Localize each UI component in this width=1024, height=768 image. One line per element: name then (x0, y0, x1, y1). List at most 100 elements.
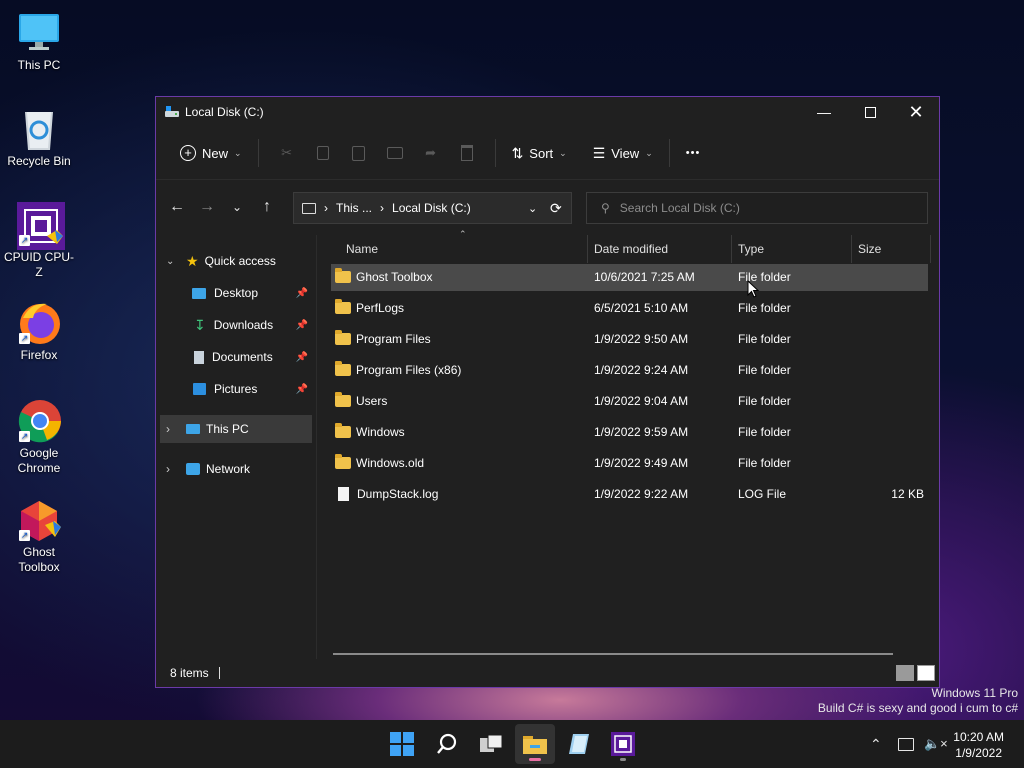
nav-network[interactable]: › Network (160, 455, 312, 483)
table-row[interactable]: PerfLogs 6/5/2021 5:10 AM File folder (331, 295, 928, 322)
file-name: Users (356, 394, 388, 408)
task-view-button[interactable] (471, 724, 511, 764)
column-header-type[interactable]: Type (738, 235, 764, 263)
recent-locations-button[interactable]: ⌄ (222, 192, 252, 222)
file-date: 1/9/2022 9:22 AM (594, 487, 689, 501)
sort-icon: ⇅ (511, 144, 524, 161)
pin-icon: 📌 (295, 287, 308, 299)
cpuz-taskbar-button[interactable] (603, 724, 643, 764)
desktop-icon-this-pc[interactable]: This PC (2, 10, 76, 73)
minimize-button[interactable]: — (801, 97, 847, 127)
file-date: 1/9/2022 9:49 AM (594, 456, 689, 470)
chevron-down-icon[interactable]: ⌄ (528, 202, 537, 215)
new-button[interactable]: + New ⌄ (174, 137, 248, 169)
nav-downloads[interactable]: ↧ Downloads 📌 (160, 311, 312, 339)
view-button[interactable]: ☰ View ⌄ (587, 137, 659, 169)
pictures-icon (193, 383, 206, 395)
breadcrumb-this-pc[interactable]: This ... (336, 201, 372, 215)
table-row[interactable]: Program Files 1/9/2022 9:50 AM File fold… (331, 326, 928, 353)
file-type: File folder (738, 425, 791, 439)
watermark-build: Build C# is sexy and good i cum to c# (817, 701, 1018, 715)
nav-label: Desktop (214, 286, 259, 300)
search-box[interactable]: ⚲ Search Local Disk (C:) (586, 192, 928, 224)
copy-button[interactable] (305, 137, 341, 169)
nav-this-pc[interactable]: › This PC (160, 415, 312, 443)
active-indicator (529, 758, 541, 761)
cut-button[interactable]: ✂ (269, 137, 305, 169)
desktop-icon-cpuz[interactable]: ↗ CPUID CPU-Z (2, 202, 76, 280)
ellipsis-icon: ••• (685, 147, 701, 159)
details-view-button[interactable] (896, 665, 914, 681)
nav-documents[interactable]: Documents 📌 (160, 343, 312, 371)
table-row[interactable]: Program Files (x86) 1/9/2022 9:24 AM Fil… (331, 357, 928, 384)
tiles-view-button[interactable] (917, 665, 935, 681)
sort-button[interactable]: ⇅ Sort ⌄ (506, 137, 573, 169)
nav-quick-access[interactable]: ⌄ ★ Quick access (160, 247, 312, 275)
navigation-pane: ⌄ ★ Quick access Desktop 📌 ↧ Downloads 📌… (156, 235, 317, 659)
arrow-up-icon: ↑ (263, 198, 271, 215)
column-divider[interactable] (930, 235, 931, 263)
show-hidden-icons-button[interactable]: ⌃ (870, 720, 882, 768)
windows-watermark: Windows 11 Pro Build C# is sexy and good… (818, 686, 1018, 716)
delete-button[interactable] (449, 137, 485, 169)
column-header-size[interactable]: Size (858, 235, 881, 263)
taskbar-clock[interactable]: 10:20 AM 1/9/2022 (953, 729, 1004, 761)
more-options-button[interactable]: ••• (680, 137, 707, 169)
file-date: 1/9/2022 9:50 AM (594, 332, 689, 346)
desktop-icon-chrome[interactable]: ↗ Google Chrome (2, 398, 76, 476)
rename-button[interactable] (377, 137, 413, 169)
column-header-date-modified[interactable]: Date modified (594, 235, 668, 263)
column-divider[interactable] (731, 235, 732, 263)
nav-pictures[interactable]: Pictures 📌 (160, 375, 312, 403)
close-button[interactable]: ✕ (893, 97, 939, 127)
nav-desktop[interactable]: Desktop 📌 (160, 279, 312, 307)
chevron-down-icon: ⌄ (645, 147, 653, 158)
folder-icon (335, 298, 351, 314)
view-list-icon: ☰ (592, 144, 606, 161)
forward-button[interactable]: → (192, 192, 222, 222)
desktop-icon-ghost-toolbox[interactable]: ↗ Ghost Toolbox (2, 497, 76, 575)
table-row[interactable]: Windows.old 1/9/2022 9:49 AM File folder (331, 450, 928, 477)
table-row[interactable]: Ghost Toolbox 10/6/2021 7:25 AM File fol… (331, 264, 928, 291)
back-button[interactable]: ← (162, 192, 192, 222)
refresh-icon[interactable]: ⟳ (550, 200, 562, 217)
speaker-muted-icon: 🔈× (924, 736, 948, 751)
trash-icon (460, 145, 473, 161)
paste-button[interactable] (341, 137, 377, 169)
file-type: File folder (738, 394, 791, 408)
horizontal-scrollbar[interactable] (333, 653, 893, 655)
folder-icon (335, 267, 351, 283)
column-divider[interactable] (851, 235, 852, 263)
file-explorer-taskbar-button[interactable] (515, 724, 555, 764)
table-row[interactable]: Windows 1/9/2022 9:59 AM File folder (331, 419, 928, 446)
share-button[interactable]: ➦ (413, 137, 449, 169)
address-bar[interactable]: › This ... › Local Disk (C:) ⌄ ⟳ (293, 192, 572, 224)
network-tray-button[interactable] (898, 720, 914, 768)
column-header-name[interactable]: Name (346, 235, 378, 263)
desktop-icon-firefox[interactable]: ↗ Firefox (2, 300, 76, 363)
desktop-icon-label: Ghost Toolbox (18, 545, 60, 574)
table-row[interactable]: DumpStack.log 1/9/2022 9:22 AM LOG File … (331, 481, 928, 508)
volume-tray-button[interactable]: 🔈× (924, 720, 948, 768)
file-explorer-window: Local Disk (C:) — ✕ + New ⌄ ✂ ➦ ⇅ Sort ⌄… (155, 96, 940, 688)
nav-label: Pictures (214, 382, 258, 396)
notepad-icon (569, 734, 589, 754)
chevron-up-icon: ⌃ (870, 735, 882, 752)
chevron-right-icon: › (166, 422, 170, 436)
folder-icon (335, 360, 351, 376)
table-row[interactable]: Users 1/9/2022 9:04 AM File folder (331, 388, 928, 415)
up-button[interactable]: ↑ (252, 192, 282, 222)
file-type: File folder (738, 332, 791, 346)
notepad-taskbar-button[interactable] (559, 724, 599, 764)
desktop-icon-recycle-bin[interactable]: Recycle Bin (2, 106, 76, 169)
file-type: LOG File (738, 487, 787, 501)
title-bar[interactable]: Local Disk (C:) — ✕ (156, 97, 939, 127)
folder-icon (335, 422, 351, 438)
breadcrumb-local-disk[interactable]: Local Disk (C:) (392, 201, 471, 215)
maximize-button[interactable] (847, 97, 893, 127)
start-button[interactable] (382, 724, 422, 764)
search-input[interactable]: Search Local Disk (C:) (620, 201, 740, 215)
column-divider[interactable] (587, 235, 588, 263)
search-button[interactable] (427, 724, 467, 764)
file-date: 1/9/2022 9:24 AM (594, 363, 689, 377)
